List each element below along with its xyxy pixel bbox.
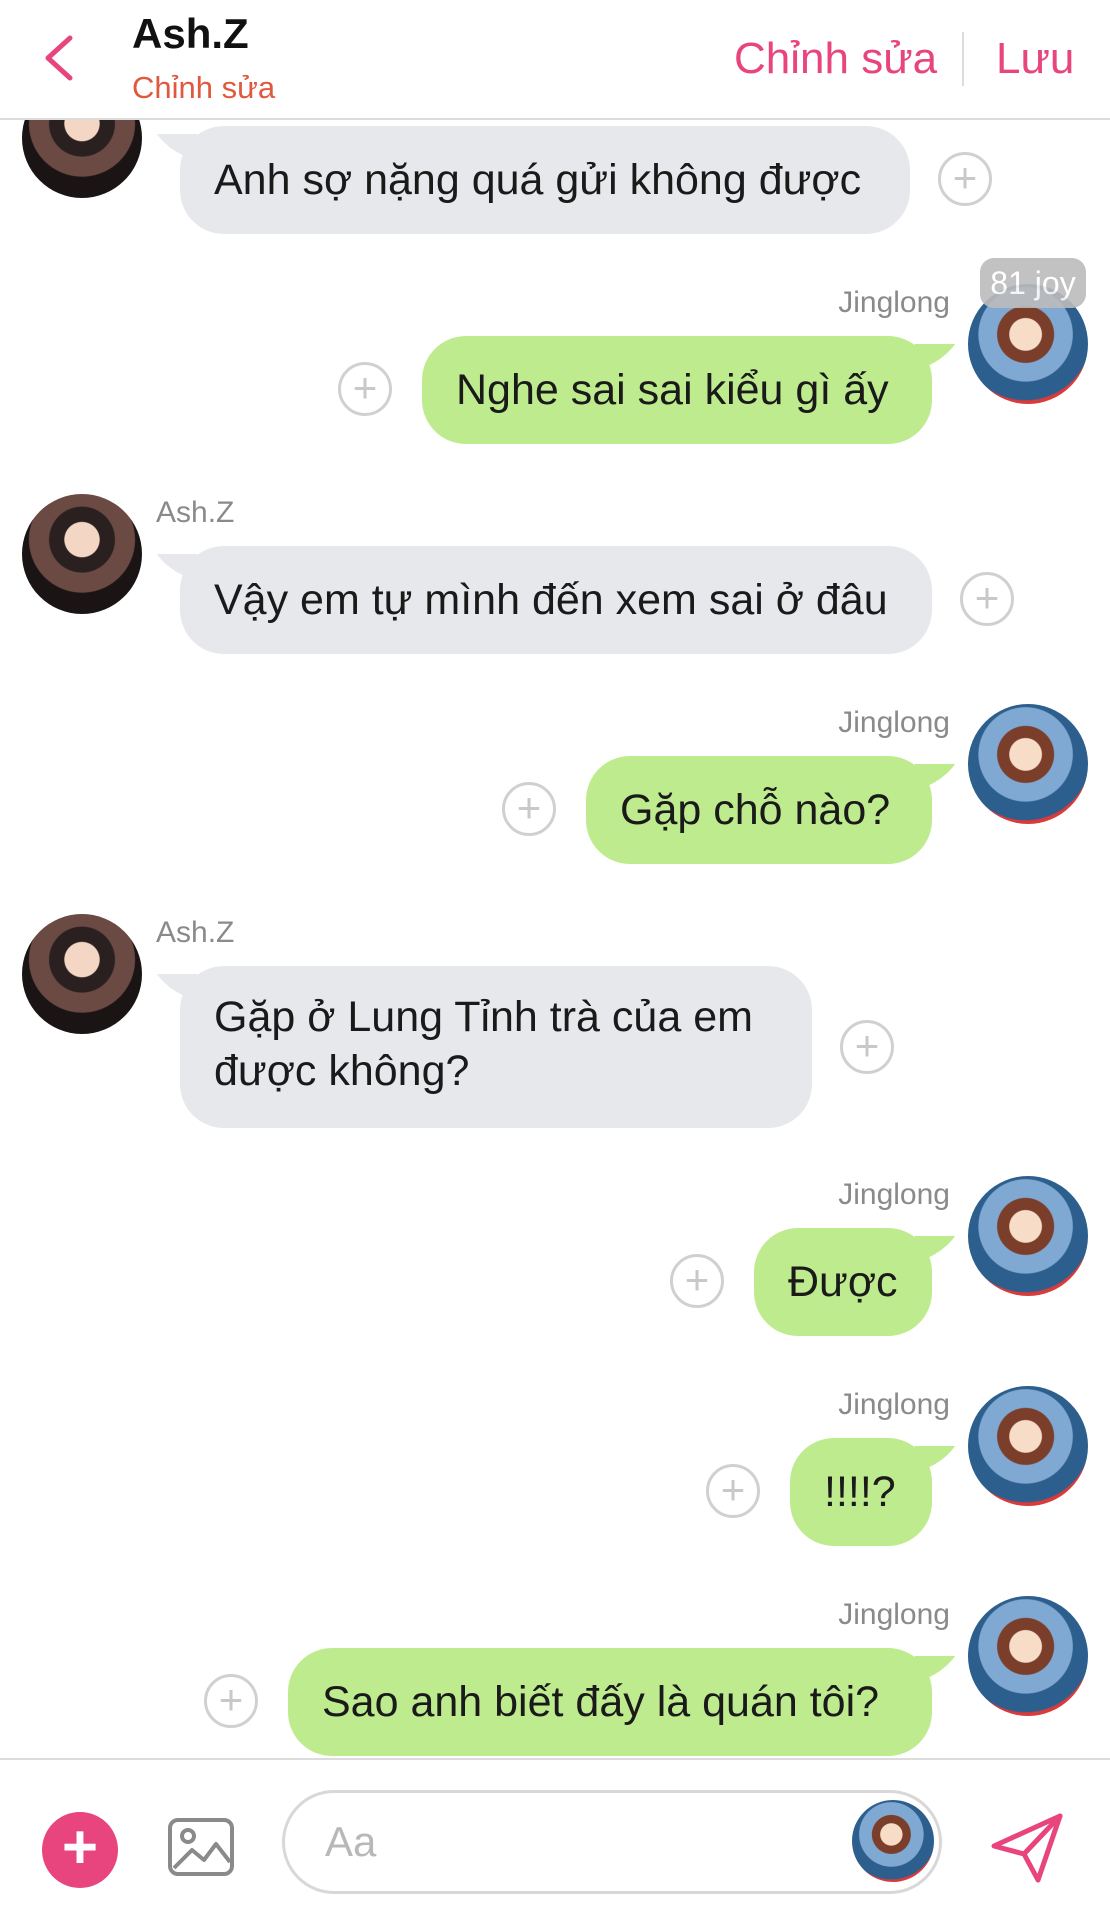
message-bubble-outgoing[interactable]: !!!!? xyxy=(790,1438,932,1546)
message-text: Gặp chỗ nào? xyxy=(620,786,891,834)
reaction-add-icon[interactable]: + xyxy=(706,1464,760,1518)
reaction-add-icon[interactable]: + xyxy=(960,572,1014,626)
reaction-add-icon[interactable]: + xyxy=(204,1674,258,1728)
sender-name: Jinglong xyxy=(838,1178,950,1211)
sender-name: Jinglong xyxy=(838,286,950,319)
avatar-jinglong[interactable] xyxy=(968,1386,1088,1506)
message-bubble-incoming[interactable]: Anh sợ nặng quá gửi không được xyxy=(180,126,910,234)
message-bubble-incoming[interactable]: Vậy em tự mình đến xem sai ở đâu xyxy=(180,546,932,654)
contact-name: Ash.Z xyxy=(132,10,249,57)
message-bubble-incoming[interactable]: Gặp ở Lung Tỉnh trà của em được không? xyxy=(180,966,812,1128)
avatar-jinglong[interactable] xyxy=(968,704,1088,824)
back-chevron-icon[interactable] xyxy=(40,34,80,82)
add-icon[interactable]: + xyxy=(42,1812,118,1888)
reaction-count-badge: 81 joy xyxy=(980,258,1086,308)
avatar-jinglong[interactable] xyxy=(968,1176,1088,1296)
composer-bar: + xyxy=(0,1758,1110,1922)
message-bubble-outgoing[interactable]: Sao anh biết đấy là quán tôi? xyxy=(288,1648,932,1756)
chat-header: Ash.Z Chỉnh sửa Chỉnh sửa Lưu xyxy=(0,0,1110,120)
header-divider xyxy=(962,32,964,86)
avatar-ash[interactable] xyxy=(22,494,142,614)
sender-name: Ash.Z xyxy=(156,496,235,529)
message-text: Anh sợ nặng quá gửi không được xyxy=(214,156,862,204)
avatar-ash[interactable] xyxy=(22,914,142,1034)
contact-subtitle[interactable]: Chỉnh sửa xyxy=(132,70,275,106)
sender-name: Jinglong xyxy=(838,706,950,739)
avatar-jinglong[interactable] xyxy=(852,1800,934,1882)
message-bubble-outgoing[interactable]: Gặp chỗ nào? xyxy=(586,756,932,864)
message-text: Vậy em tự mình đến xem sai ở đâu xyxy=(214,576,888,624)
message-text: Gặp ở Lung Tỉnh trà của em được không? xyxy=(214,993,753,1095)
avatar-ash[interactable] xyxy=(22,118,142,198)
send-icon[interactable] xyxy=(988,1808,1066,1886)
reaction-add-icon[interactable]: + xyxy=(938,152,992,206)
message-text: Nghe sai sai kiểu gì ấy xyxy=(456,366,889,414)
message-input[interactable] xyxy=(282,1790,942,1894)
message-list[interactable]: Anh sợ nặng quá gửi không được + Jinglon… xyxy=(0,118,1110,1758)
reaction-add-icon[interactable]: + xyxy=(840,1020,894,1074)
reaction-add-icon[interactable]: + xyxy=(502,782,556,836)
reaction-add-icon[interactable]: + xyxy=(338,362,392,416)
save-button[interactable]: Lưu xyxy=(996,34,1074,84)
message-text: !!!!? xyxy=(824,1468,896,1516)
edit-button[interactable]: Chỉnh sửa xyxy=(734,34,937,84)
message-bubble-outgoing[interactable]: Được xyxy=(754,1228,932,1336)
sender-name: Jinglong xyxy=(838,1388,950,1421)
message-bubble-outgoing[interactable]: Nghe sai sai kiểu gì ấy xyxy=(422,336,932,444)
avatar-jinglong[interactable] xyxy=(968,1596,1088,1716)
message-text: Sao anh biết đấy là quán tôi? xyxy=(322,1678,880,1726)
reaction-add-icon[interactable]: + xyxy=(670,1254,724,1308)
image-icon[interactable] xyxy=(166,1812,236,1882)
sender-name: Ash.Z xyxy=(156,916,235,949)
sender-name: Jinglong xyxy=(838,1598,950,1631)
message-text: Được xyxy=(788,1258,898,1306)
